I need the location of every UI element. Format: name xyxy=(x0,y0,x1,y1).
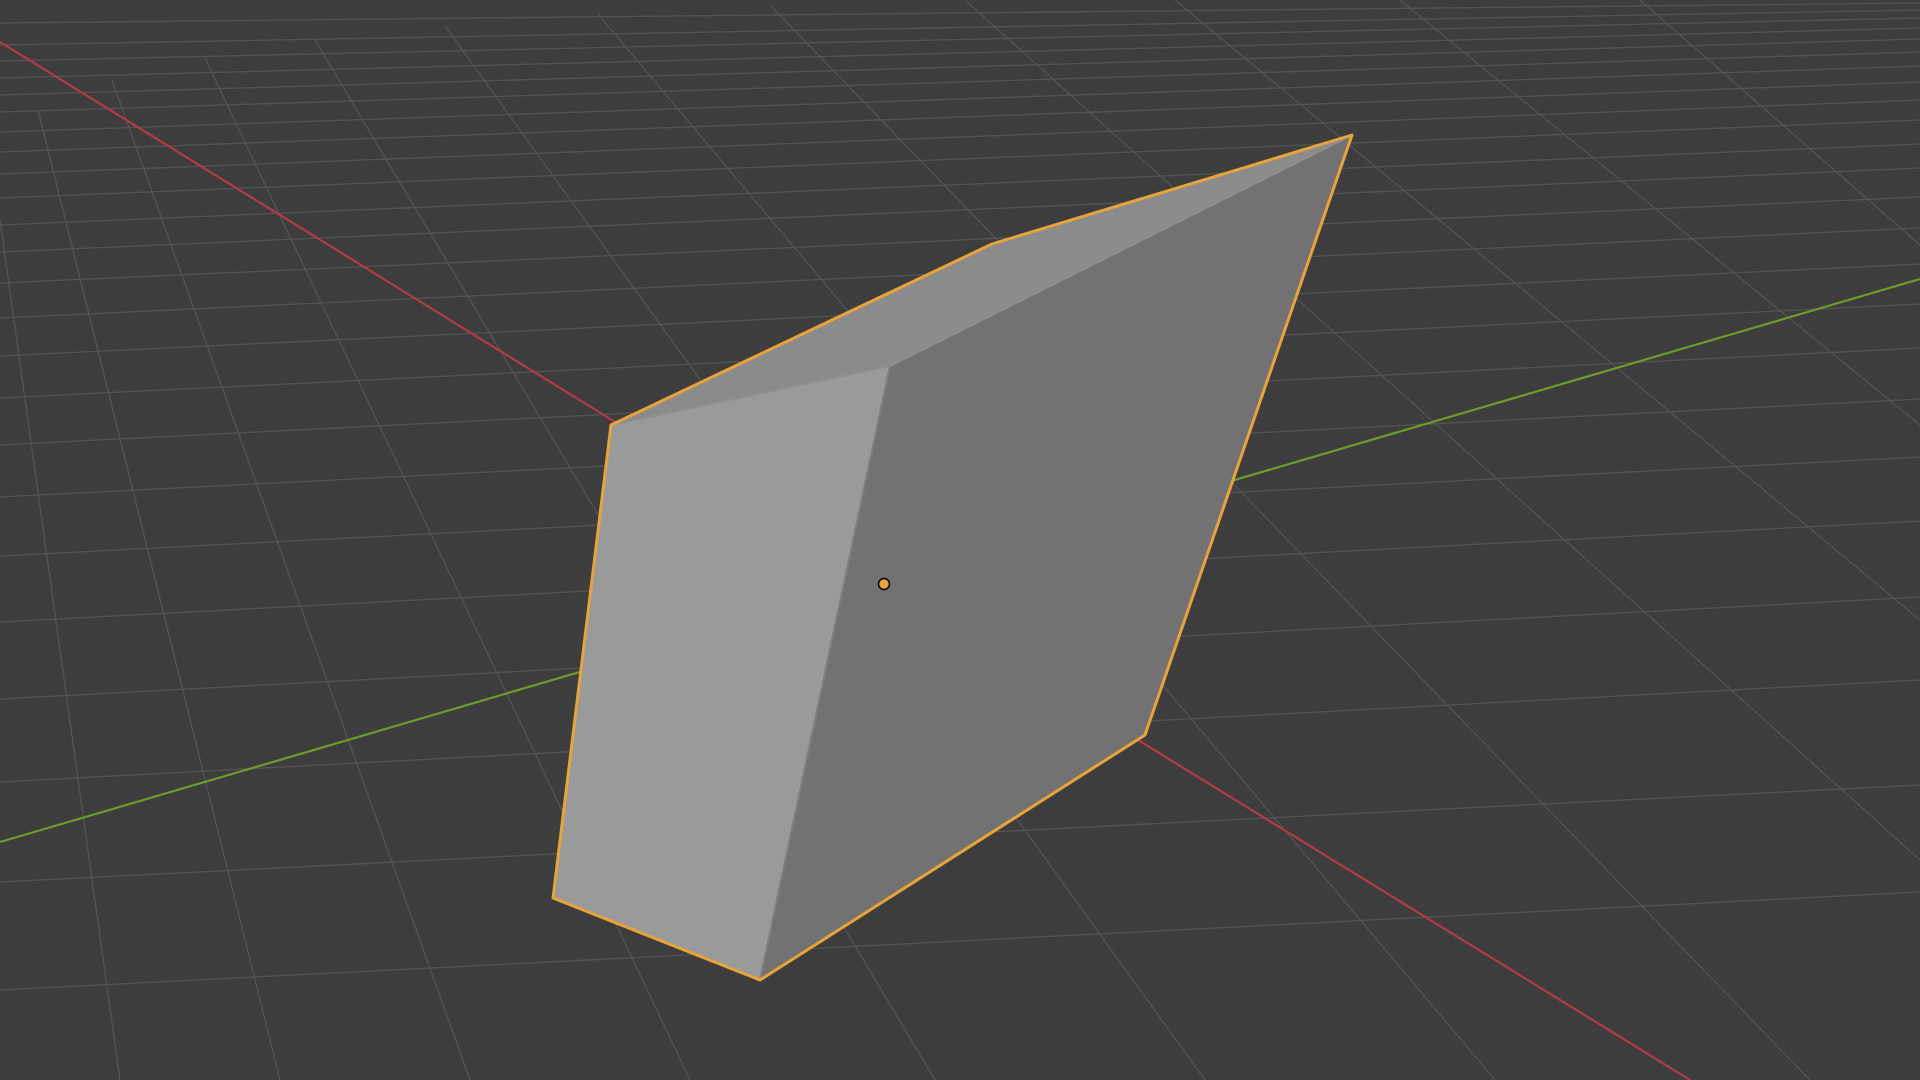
object-origin-icon[interactable] xyxy=(877,577,891,591)
3d-viewport[interactable] xyxy=(0,0,1920,1080)
viewport-canvas[interactable] xyxy=(0,0,1920,1080)
